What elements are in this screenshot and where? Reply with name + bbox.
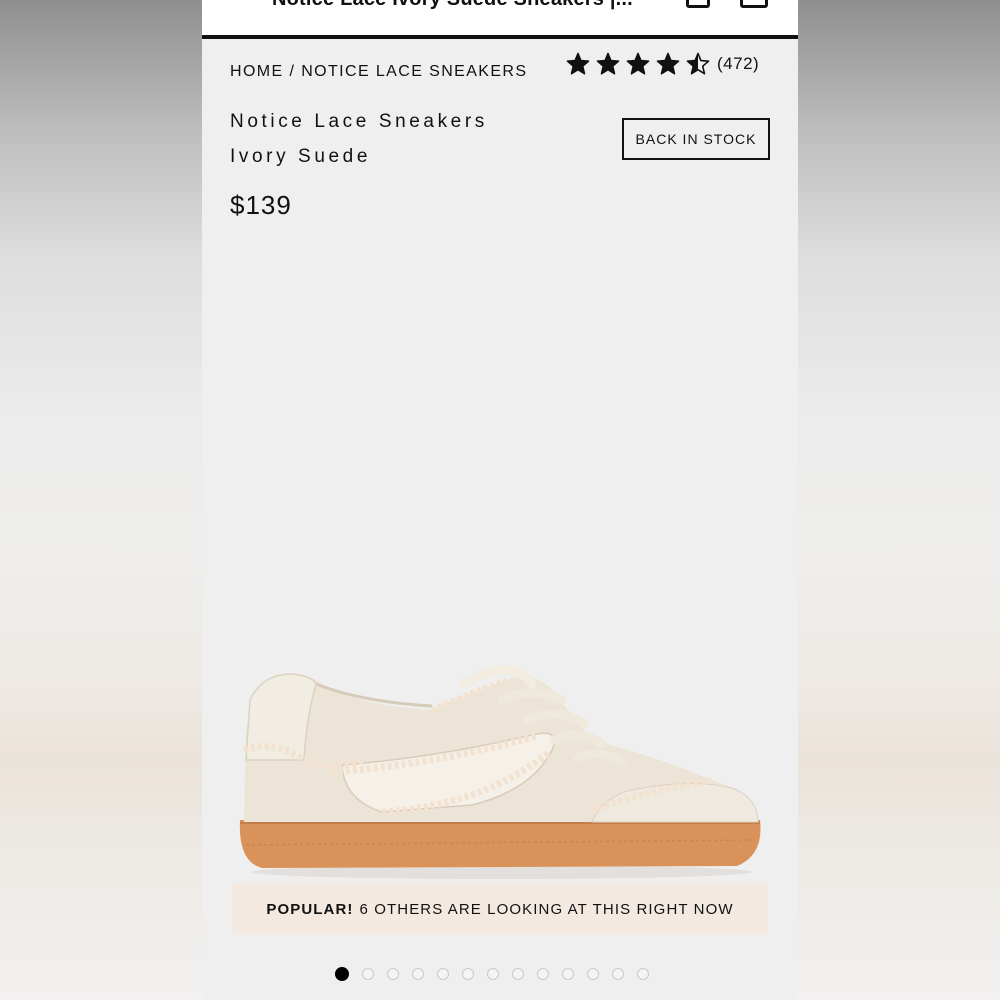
carousel-dot[interactable] <box>387 968 399 980</box>
carousel-dot[interactable] <box>587 968 599 980</box>
popular-label: POPULAR! <box>266 900 354 918</box>
carousel-dot[interactable] <box>637 968 649 980</box>
product-rating[interactable]: (472) <box>566 52 759 76</box>
cart-icon[interactable] <box>740 0 768 8</box>
star-full-icon <box>656 52 680 75</box>
carousel-dot-active[interactable] <box>335 967 349 981</box>
star-full-icon <box>626 52 650 75</box>
back-in-stock-button[interactable]: BACK IN STOCK <box>622 118 770 160</box>
product-title-line-2: Ivory Suede <box>230 146 371 167</box>
product-page: Notice Lace Ivory Suede Sneakers |... HO… <box>202 0 798 1000</box>
carousel-dot[interactable] <box>412 968 424 980</box>
popular-message: 6 OTHERS ARE LOOKING AT THIS RIGHT NOW <box>359 900 734 918</box>
account-icon[interactable] <box>686 0 710 8</box>
carousel-dot[interactable] <box>362 968 374 980</box>
review-count[interactable]: (472) <box>717 54 759 74</box>
star-full-icon <box>566 52 590 75</box>
popular-notice-banner: POPULAR! 6 OTHERS ARE LOOKING AT THIS RI… <box>232 883 768 935</box>
breadcrumb-home-link[interactable]: HOME <box>230 63 284 80</box>
carousel-dot[interactable] <box>462 968 474 980</box>
carousel-dot[interactable] <box>562 968 574 980</box>
carousel-dot[interactable] <box>487 968 499 980</box>
menu-icon[interactable] <box>232 0 260 5</box>
sneaker-product-image[interactable] <box>232 640 772 880</box>
product-title: Notice Lace Sneakers Ivory Suede <box>230 104 560 174</box>
carousel-dot[interactable] <box>512 968 524 980</box>
star-full-icon <box>596 52 620 75</box>
top-navigation-bar: Notice Lace Ivory Suede Sneakers |... <box>202 0 798 39</box>
breadcrumb-separator: / <box>289 63 296 80</box>
breadcrumb-current: NOTICE LACE SNEAKERS <box>301 63 528 80</box>
image-carousel-indicators <box>335 967 649 981</box>
carousel-dot[interactable] <box>537 968 549 980</box>
carousel-dot[interactable] <box>437 968 449 980</box>
star-half-icon <box>686 52 710 75</box>
product-title-line-1: Notice Lace Sneakers <box>230 111 488 132</box>
carousel-dot[interactable] <box>612 968 624 980</box>
product-price: $139 <box>230 190 292 220</box>
breadcrumb: HOME / NOTICE LACE SNEAKERS <box>230 63 527 81</box>
rating-stars <box>566 52 710 76</box>
page-title-bar: Notice Lace Ivory Suede Sneakers |... <box>272 0 672 11</box>
